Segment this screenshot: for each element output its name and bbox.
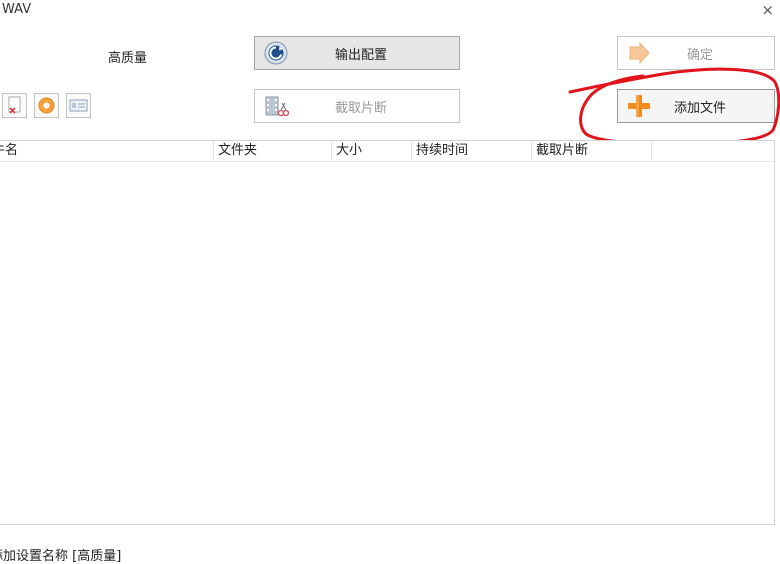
- confirm-label: 确定: [686, 47, 713, 63]
- add-file-label: 添加文件: [673, 100, 726, 116]
- column-header-name[interactable]: 牛名: [0, 141, 214, 161]
- output-config-button[interactable]: 输出配置: [254, 36, 460, 70]
- preset-label: 高质量: [108, 51, 148, 66]
- remove-file-button[interactable]: [2, 93, 27, 118]
- add-file-button[interactable]: 添加文件: [617, 89, 775, 123]
- film-scissors-icon: [263, 93, 290, 119]
- info-button[interactable]: [66, 93, 91, 118]
- plus-icon: [626, 93, 652, 119]
- column-header-size[interactable]: 大小: [332, 141, 412, 161]
- table-header: 牛名 文件夹 大小 持续时间 截取片断: [0, 141, 774, 162]
- output-config-label: 输出配置: [334, 47, 387, 63]
- column-header-folder[interactable]: 文件夹: [214, 141, 332, 161]
- close-icon[interactable]: ×: [761, 1, 774, 19]
- window-title: WAV: [2, 2, 32, 17]
- arrow-right-icon: [626, 40, 652, 66]
- info-card-icon: [69, 99, 88, 112]
- confirm-button[interactable]: 确定: [617, 36, 775, 70]
- play-icon: [38, 97, 55, 114]
- remove-file-icon: [8, 96, 21, 114]
- clip-label: 截取片断: [334, 100, 387, 116]
- status-text: 添加设置名称 [高质量]: [0, 549, 122, 564]
- column-header-duration[interactable]: 持续时间: [412, 141, 532, 161]
- clip-button[interactable]: 截取片断: [254, 89, 460, 123]
- play-button[interactable]: [34, 93, 59, 118]
- column-header-clip[interactable]: 截取片断: [532, 141, 652, 161]
- gear-icon: [263, 40, 289, 66]
- file-table[interactable]: 牛名 文件夹 大小 持续时间 截取片断: [0, 140, 775, 525]
